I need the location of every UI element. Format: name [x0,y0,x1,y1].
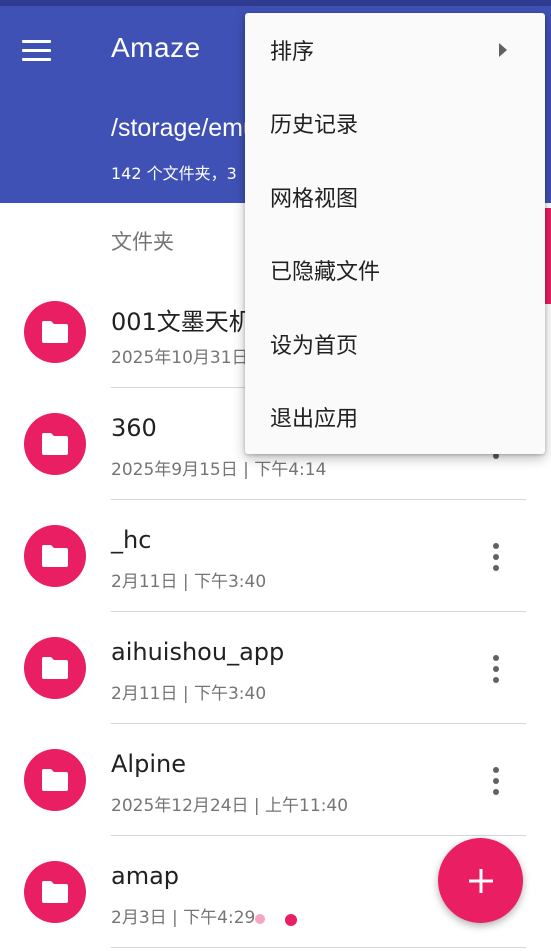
item-name: amap [111,862,180,890]
touch-indicator [255,914,265,924]
item-date: 2025年9月15日 | 下午4:14 [111,460,327,480]
menu-item-label: 已隐藏文件 [270,260,381,286]
item-name: _hc [111,526,152,554]
app-title: Amaze [111,32,201,63]
menu-item-label: 网格视图 [270,186,359,212]
folder-icon [24,861,86,923]
menu-item-hidden-files[interactable]: 已隐藏文件 [245,234,545,308]
more-vert-icon[interactable] [480,537,512,577]
menu-item-label: 退出应用 [270,407,359,433]
folder-icon [24,637,86,699]
item-date: 2025年10月31日 [111,348,249,368]
item-date: 2025年12月24日 | 上午11:40 [111,796,349,816]
menu-item-set-home[interactable]: 设为首页 [245,307,545,381]
menu-item-grid-view[interactable]: 网格视图 [245,160,545,234]
hamburger-menu-icon[interactable] [22,30,62,70]
item-name: Alpine [111,750,186,778]
touch-indicator [285,914,297,926]
folder-icon [24,525,86,587]
folder-icon [24,301,86,363]
more-vert-icon[interactable] [480,649,512,689]
folder-icon [24,749,86,811]
list-item[interactable]: aihuishou_app 2月11日 | 下午3:40 [0,612,551,724]
menu-item-label: 设为首页 [270,333,359,359]
item-date: 2月11日 | 下午3:40 [111,572,267,592]
item-date: 2月11日 | 下午3:40 [111,684,267,704]
plus-icon [468,868,493,893]
menu-item-history[interactable]: 历史记录 [245,87,545,161]
folder-icon [24,413,86,475]
overflow-menu: 排序 历史记录 网格视图 已隐藏文件 设为首页 退出应用 [245,13,545,454]
section-header-folders: 文件夹 [111,230,174,254]
chevron-right-icon [499,42,507,57]
item-name: 001文墨天机 [111,308,253,336]
item-name: aihuishou_app [111,638,285,666]
item-name: 360 [111,414,157,442]
folder-summary: 142 个文件夹，3 [111,164,237,183]
more-vert-icon[interactable] [480,761,512,801]
item-date: 2月3日 | 下午4:29 [111,908,256,928]
list-item[interactable]: _hc 2月11日 | 下午3:40 [0,500,551,612]
menu-item-exit[interactable]: 退出应用 [245,381,545,455]
add-fab-button[interactable] [438,838,523,923]
menu-item-label: 排序 [270,39,315,65]
menu-item-sort[interactable]: 排序 [245,13,545,87]
divider [111,947,526,948]
list-item[interactable]: Alpine 2025年12月24日 | 上午11:40 [0,724,551,836]
menu-item-label: 历史记录 [270,113,359,139]
